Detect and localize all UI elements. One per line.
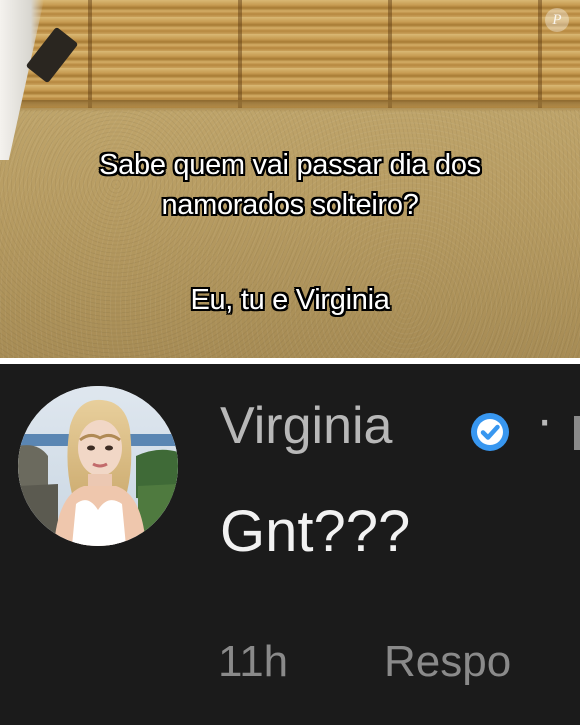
caption-line-1: Sabe quem vai passar dia dos (99, 149, 481, 181)
comment-card: Virginia · Gnt??? 11h Respo (0, 364, 580, 725)
caption-answer: Eu, tu e Virginia (190, 284, 390, 316)
cut-off-glyph (574, 416, 580, 450)
profile-photo-icon (18, 386, 178, 546)
avatar[interactable] (18, 386, 178, 546)
caption-question: Sabe quem vai passar dia dos namorados s… (0, 145, 580, 225)
reply-button[interactable]: Respo (384, 636, 511, 688)
comment-timestamp: 11h (218, 637, 289, 686)
comment-text: Gnt??? (220, 499, 411, 564)
comment-username[interactable]: Virginia (220, 396, 392, 456)
watermark-logo-icon: P (545, 8, 569, 32)
screenshot-root: P Sabe quem vai passar dia dos namorados… (0, 0, 580, 725)
separator-dot: · (536, 391, 554, 449)
verified-badge-icon (471, 413, 509, 451)
bamboo-ceiling (0, 0, 580, 108)
video-frame[interactable]: P Sabe quem vai passar dia dos namorados… (0, 0, 580, 358)
caption-line-2: namorados solteiro? (161, 189, 419, 221)
